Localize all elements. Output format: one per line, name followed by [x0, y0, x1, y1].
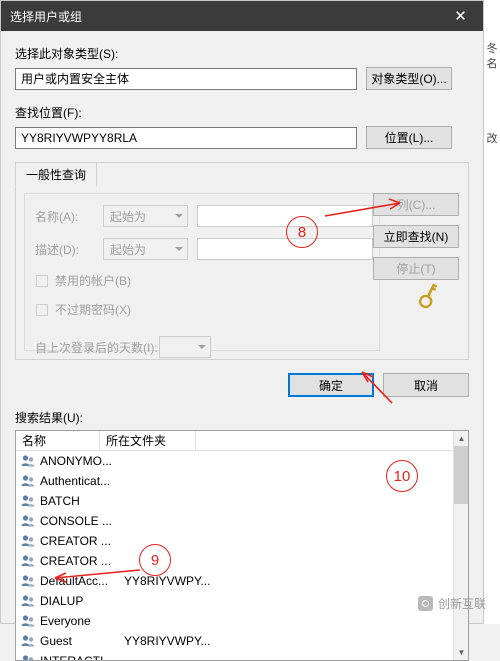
watermark-logo-icon [417, 596, 433, 611]
find-now-button[interactable]: 立即查找(N) [373, 225, 459, 248]
results-scrollbar[interactable]: ▲ ▼ [453, 431, 468, 660]
chevron-down-icon [175, 247, 183, 251]
chevron-down-icon [175, 214, 183, 218]
user-group-icon [20, 633, 36, 649]
description-input[interactable] [197, 238, 373, 260]
result-row[interactable]: Authenticat... [16, 471, 468, 491]
result-row[interactable]: Everyone [16, 611, 468, 631]
user-group-icon [20, 493, 36, 509]
name-query-row: 名称(A): 起始为 [35, 205, 379, 227]
location-row: YY8RIYVWPYY8RLA 位置(L)... [15, 126, 469, 149]
dialog-body: 选择此对象类型(S): 用户或内置安全主体 对象类型(O)... 查找位置(F)… [1, 45, 483, 661]
select-user-or-group-dialog: 选择用户或组 ✕ 选择此对象类型(S): 用户或内置安全主体 对象类型(O)..… [0, 0, 484, 661]
non-expiring-password-checkbox[interactable] [36, 303, 48, 316]
background-strip-text: 冬名改 [486, 43, 498, 145]
search-results-label: 搜索结果(U): [15, 411, 83, 425]
object-type-row: 用户或内置安全主体 对象类型(O)... [15, 67, 469, 90]
result-name: INTERACTI... [40, 654, 114, 661]
cancel-button[interactable]: 取消 [383, 373, 469, 397]
result-name: DefaultAcc... [40, 574, 109, 588]
name-input[interactable] [197, 205, 373, 227]
result-name: CREATOR ... [40, 534, 111, 548]
result-row[interactable]: INTERACTI... [16, 651, 468, 661]
stop-button[interactable]: 停止(T) [373, 257, 459, 280]
user-group-icon [20, 473, 36, 489]
results-rows: ANONYMO... Authenticat... BATCH CONSOLE ...… [16, 451, 468, 661]
result-name: DIALUP [40, 594, 84, 608]
scroll-down-icon[interactable]: ▼ [454, 645, 468, 660]
dialog-titlebar: 选择用户或组 ✕ [1, 1, 483, 31]
object-type-label: 选择此对象类型(S): [15, 47, 119, 61]
chevron-down-icon [198, 345, 206, 349]
result-row[interactable]: Guest YY8RIYVWPY... [16, 631, 468, 651]
columns-button[interactable]: 列(C)... [373, 193, 459, 216]
result-row[interactable]: CREATOR ... [16, 531, 468, 551]
description-query-row: 描述(D): 起始为 [35, 238, 379, 260]
location-field[interactable]: YY8RIYVWPYY8RLA [15, 126, 357, 149]
tab-common-queries[interactable]: 一般性查询 [15, 162, 98, 187]
result-row[interactable]: ANONYMO... [16, 451, 468, 471]
disabled-accounts-checkbox[interactable] [36, 274, 48, 287]
watermark-text: 创新互联 [437, 597, 486, 611]
days-since-logon-select[interactable] [159, 336, 211, 358]
result-folder: YY8RIYVWPY... [124, 634, 211, 648]
non-expiring-password-row[interactable]: 不过期密码(X) [36, 301, 379, 318]
name-condition-select[interactable]: 起始为 [103, 205, 188, 227]
dialog-title: 选择用户或组 [10, 9, 83, 24]
description-condition-value: 起始为 [110, 242, 147, 257]
description-condition-select[interactable]: 起始为 [103, 238, 188, 260]
results-header: 名称 所在文件夹 [16, 431, 468, 451]
user-group-icon [20, 513, 36, 529]
result-name: ANONYMO... [40, 454, 113, 468]
user-group-icon [20, 613, 36, 629]
days-since-logon-label: 自上次登录后的天数(I): [35, 340, 158, 355]
result-name: Guest [40, 634, 73, 648]
object-types-button[interactable]: 对象类型(O)... [366, 67, 452, 90]
result-row[interactable]: DIALUP [16, 591, 468, 611]
result-name: CREATOR ... [40, 554, 111, 568]
ok-button[interactable]: 确定 [288, 373, 374, 397]
user-group-icon [20, 593, 36, 609]
result-row[interactable]: CREATOR ... [16, 551, 468, 571]
non-expiring-password-label: 不过期密码(X) [55, 303, 131, 317]
common-queries-panel: 一般性查询 名称(A): 起始为 描述(D): 起始为 禁用的帐户(B) 不过期… [15, 162, 469, 360]
object-type-field[interactable]: 用户或内置安全主体 [15, 67, 357, 90]
column-header-name[interactable]: 名称 [16, 431, 100, 450]
user-group-icon [20, 653, 36, 660]
result-row[interactable]: BATCH [16, 491, 468, 511]
days-since-logon-row: 自上次登录后的天数(I): [35, 336, 379, 358]
query-side-buttons: 列(C)... 立即查找(N) 停止(T) [373, 193, 459, 289]
name-label: 名称(A): [35, 209, 79, 224]
result-row[interactable]: CONSOLE ... [16, 511, 468, 531]
disabled-accounts-label: 禁用的帐户(B) [55, 274, 131, 288]
scrollbar-thumb[interactable] [454, 446, 468, 504]
dialog-button-row: 确定 取消 [15, 373, 469, 397]
user-group-icon [20, 553, 36, 569]
result-name: Authenticat... [40, 474, 111, 488]
scroll-up-icon[interactable]: ▲ [454, 431, 468, 446]
query-fields-group: 名称(A): 起始为 描述(D): 起始为 禁用的帐户(B) 不过期密码(X) … [24, 193, 380, 358]
name-condition-value: 起始为 [110, 209, 147, 224]
result-row[interactable]: DefaultAcc... YY8RIYVWPY... [16, 571, 468, 591]
user-group-icon [20, 573, 36, 589]
result-name: CONSOLE ... [40, 514, 113, 528]
watermark: 创新互联 [417, 595, 486, 612]
result-name: Everyone [40, 614, 91, 628]
result-folder: YY8RIYVWPY... [124, 574, 211, 588]
result-name: BATCH [40, 494, 80, 508]
location-label: 查找位置(F): [15, 106, 82, 120]
column-header-empty [196, 431, 468, 450]
description-label: 描述(D): [35, 242, 79, 257]
user-group-icon [20, 453, 36, 469]
close-icon[interactable]: ✕ [438, 1, 483, 31]
search-results-list[interactable]: 名称 所在文件夹 ANONYMO... Authenticat... BATCH CO… [15, 430, 469, 661]
column-header-folder[interactable]: 所在文件夹 [100, 431, 196, 450]
disabled-accounts-row[interactable]: 禁用的帐户(B) [36, 272, 379, 289]
locations-button[interactable]: 位置(L)... [366, 126, 452, 149]
user-group-icon [20, 533, 36, 549]
